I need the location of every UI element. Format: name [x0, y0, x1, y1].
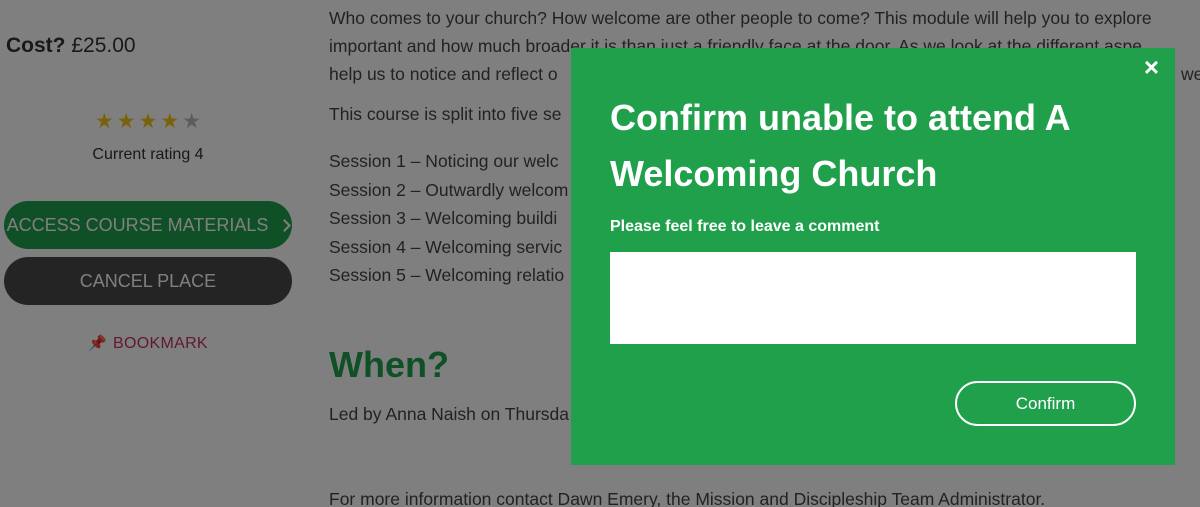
close-icon[interactable]: ×	[1144, 54, 1159, 80]
comment-field[interactable]	[610, 252, 1136, 344]
confirm-unable-modal: × Confirm unable to attend A Welcoming C…	[571, 48, 1175, 465]
page: Cost? £25.00 ★★★★★ Current rating 4 ACCE…	[0, 0, 1200, 507]
confirm-button[interactable]: Confirm	[955, 381, 1136, 426]
comment-label: Please feel free to leave a comment	[610, 218, 880, 235]
confirm-label: Confirm	[1015, 393, 1076, 413]
modal-title: Confirm unable to attend A Welcoming Chu…	[610, 97, 1070, 194]
